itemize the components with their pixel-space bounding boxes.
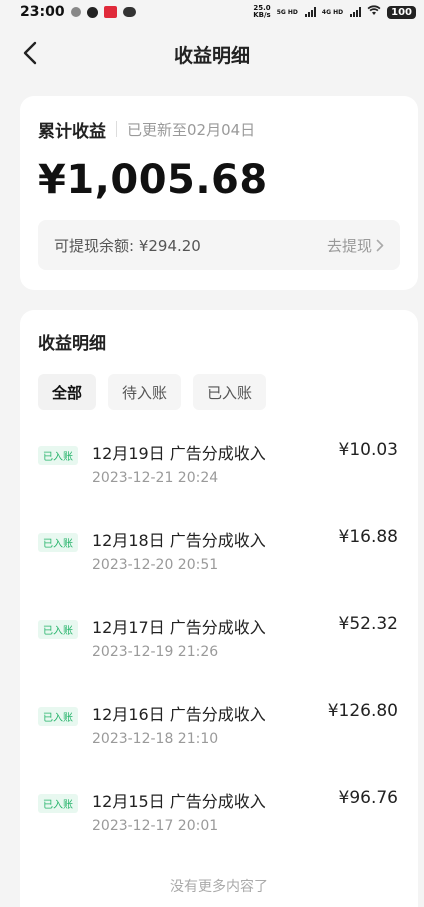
app-notification-icon: [103, 6, 117, 18]
record-amount: ¥126.80: [327, 701, 398, 721]
record-time: 2023-12-20 20:51: [92, 557, 219, 573]
status-badge: 已入账: [38, 620, 78, 639]
status-bar: 23:00 25.0 KB/s 5G HD 4G HD 100: [0, 0, 424, 24]
record-title: 12月17日 广告分成收入: [92, 618, 266, 637]
app-notification-icon: [86, 6, 98, 18]
page-title: 收益明细: [173, 44, 250, 67]
record-time: 2023-12-21 20:24: [92, 470, 219, 486]
status-badge: 已入账: [38, 533, 78, 552]
withdraw-row[interactable]: 可提现余额: ¥294.20 去提现: [38, 220, 400, 270]
back-button[interactable]: [16, 38, 44, 68]
record-time: 2023-12-17 20:01: [92, 818, 219, 834]
signal-icon: [304, 7, 316, 17]
record-amount: ¥52.32: [338, 614, 398, 634]
signal-label: 5G HD: [276, 8, 298, 16]
status-badge: 已入账: [38, 707, 78, 726]
record-title: 12月16日 广告分成收入: [92, 705, 266, 724]
withdraw-label: 去提现: [326, 236, 372, 255]
divider: [116, 121, 117, 137]
no-more-text: 没有更多内容了: [170, 879, 268, 895]
withdraw-button[interactable]: 去提现: [327, 235, 384, 256]
chevron-right-icon: [376, 239, 384, 251]
summary-header: 累计收益 已更新至02月04日: [38, 116, 400, 142]
details-title: 收益明细: [38, 334, 106, 354]
summary-title: 累计收益: [38, 121, 106, 142]
tab-credited[interactable]: 已入账: [193, 374, 267, 410]
status-badge: 已入账: [38, 446, 78, 465]
record-amount: ¥16.88: [338, 527, 398, 547]
filter-tabs: 全部 待入账 已入账: [38, 374, 400, 410]
status-time: 23:00: [20, 4, 65, 20]
status-badge: 已入账: [38, 794, 78, 813]
update-date: 已更新至02月04日: [127, 120, 256, 139]
battery-icon: 100: [387, 5, 416, 19]
record-amount: ¥96.76: [338, 788, 398, 808]
header: 收益明细: [0, 24, 424, 84]
list-item[interactable]: 已入账 12月19日 广告分成收入 2023-12-21 20:24 ¥10.0…: [38, 430, 400, 517]
withdrawable-balance: 可提现余额: ¥294.20: [54, 236, 201, 255]
record-title: 12月19日 广告分成收入: [92, 444, 266, 463]
notification-icon: [70, 7, 81, 17]
signal-label: 4G HD: [321, 8, 344, 16]
record-list: 已入账 12月19日 广告分成收入 2023-12-21 20:24 ¥10.0…: [38, 430, 400, 865]
earnings-details-card: 收益明细 全部 待入账 已入账 已入账 12月19日 广告分成收入 2023-1…: [20, 310, 418, 907]
list-item[interactable]: 已入账 12月17日 广告分成收入 2023-12-19 21:26 ¥52.3…: [38, 604, 400, 691]
status-left: 23:00: [20, 4, 136, 20]
record-time: 2023-12-18 21:10: [92, 731, 219, 747]
net-speed: 25.0 KB/s: [253, 5, 270, 19]
list-item[interactable]: 已入账 12月18日 广告分成收入 2023-12-20 20:51 ¥16.8…: [38, 517, 400, 604]
total-earnings: ¥1,005.68: [38, 157, 268, 203]
list-item[interactable]: 已入账 12月15日 广告分成收入 2023-12-17 20:01 ¥96.7…: [38, 778, 400, 865]
record-title: 12月18日 广告分成收入: [92, 531, 266, 550]
back-arrow-icon: [23, 41, 37, 65]
tab-all[interactable]: 全部: [38, 374, 97, 410]
net-speed-unit: KB/s: [253, 11, 271, 19]
tab-pending[interactable]: 待入账: [108, 374, 182, 410]
record-amount: ¥10.03: [338, 440, 398, 460]
earnings-summary-card: 累计收益 已更新至02月04日 ¥1,005.68 可提现余额: ¥294.20…: [20, 96, 418, 290]
status-right: 25.0 KB/s 5G HD 4G HD 100: [253, 5, 416, 19]
wifi-icon: [367, 5, 381, 19]
app-notification-icon: [122, 7, 136, 17]
signal-icon: [350, 7, 362, 17]
record-time: 2023-12-19 21:26: [92, 644, 219, 660]
list-item[interactable]: 已入账 12月16日 广告分成收入 2023-12-18 21:10 ¥126.…: [38, 691, 400, 778]
record-title: 12月15日 广告分成收入: [92, 792, 266, 811]
